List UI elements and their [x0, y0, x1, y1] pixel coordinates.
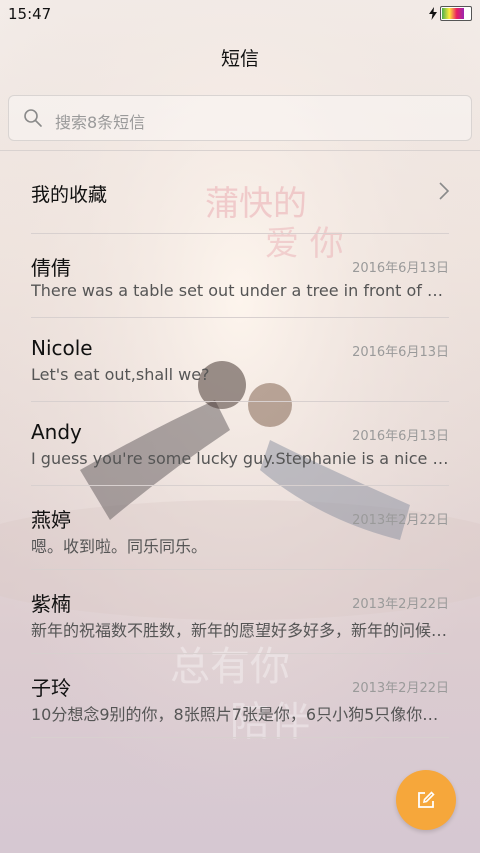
- message-date: 2016年6月13日: [352, 345, 449, 360]
- divider: [31, 401, 449, 402]
- divider: [31, 485, 449, 486]
- contact-name: 倩倩: [31, 256, 71, 280]
- conversation-row[interactable]: 子玲 2013年2月22日 10分想念9别的你，8张照片7张是你，6只小狗5只像你，…: [0, 653, 480, 737]
- message-preview: 嗯。收到啦。同乐同乐。: [31, 537, 208, 556]
- contact-name: Andy: [31, 420, 82, 444]
- divider: [31, 737, 449, 738]
- favorites-label: 我的收藏: [31, 184, 108, 206]
- battery-icon: [440, 6, 472, 21]
- contact-name: 子玲: [31, 676, 71, 700]
- divider: [31, 233, 449, 234]
- conversation-row[interactable]: Andy 2016年6月13日 I guess you're some lucky …: [0, 401, 480, 485]
- page-title: 短信: [220, 48, 259, 70]
- message-date: 2013年2月22日: [352, 681, 449, 696]
- message-date: 2013年2月22日: [352, 597, 449, 612]
- message-preview: I guess you're some lucky guy.Stephanie …: [31, 449, 449, 468]
- contact-name: Nicole: [31, 336, 93, 360]
- search-icon: [24, 109, 42, 127]
- message-preview: 10分想念9别的你，8张照片7张是你，6只小狗5只像你，4季都想你: [31, 705, 449, 724]
- battery-level: [442, 8, 465, 19]
- contact-name: 燕婷: [31, 508, 71, 532]
- status-icons: [429, 6, 472, 21]
- status-time: 15:47: [8, 5, 52, 23]
- conversation-row[interactable]: 燕婷 2013年2月22日嗯。收到啦。同乐同乐。: [0, 485, 480, 569]
- chevron-right-icon: [439, 182, 450, 200]
- divider: [31, 653, 449, 654]
- message-preview: Let's eat out,shall we?: [31, 365, 210, 384]
- message-preview: 新年的祝福数不胜数，新年的愿望好多好多，新年的问候千千万万: [31, 621, 449, 640]
- divider: [31, 317, 449, 318]
- contact-name: 紫楠: [31, 592, 71, 616]
- message-date: 2013年2月22日: [352, 513, 449, 528]
- status-bar: 15:47: [0, 0, 480, 28]
- message-date: 2016年6月13日: [352, 429, 449, 444]
- conversation-row[interactable]: 紫楠 2013年2月22日新年的祝福数不胜数，新年的愿望好多好多，新年的问候千千万…: [0, 569, 480, 653]
- conversation-row[interactable]: Nicole 2016年6月13日 Let's eat out,shall we?: [0, 317, 480, 401]
- message-date: 2016年6月13日: [352, 261, 449, 276]
- lightning-icon: [429, 7, 437, 20]
- compose-button[interactable]: [396, 770, 456, 830]
- search-input[interactable]: 搜索8条短信: [8, 95, 472, 141]
- compose-icon: [418, 791, 435, 808]
- search-placeholder: 搜索8条短信: [55, 113, 146, 132]
- conversation-row[interactable]: 倩倩 2016年6月13日 There was a table set out un…: [0, 233, 480, 317]
- divider: [31, 569, 449, 570]
- message-preview: There was a table set out under a tree i…: [31, 281, 449, 300]
- favorites-row[interactable]: 我的收藏: [0, 151, 480, 233]
